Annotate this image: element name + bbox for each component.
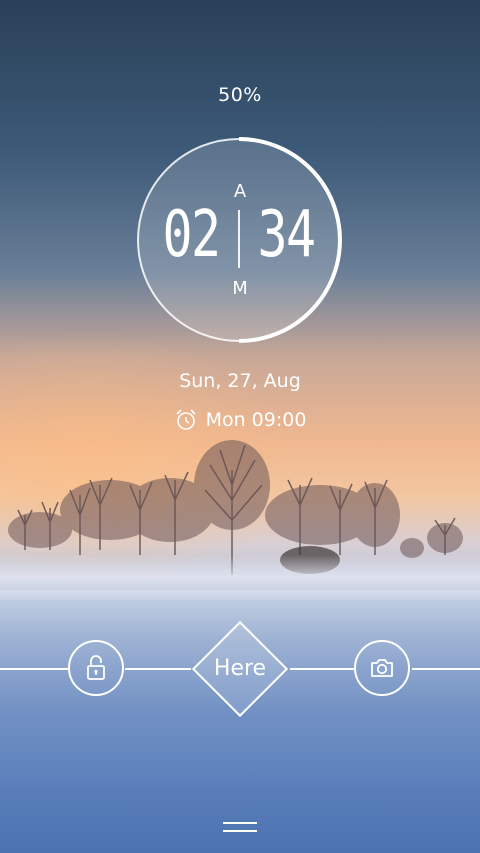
clock-minutes: 34 <box>257 198 317 272</box>
alarm-time-label: Mon 09:00 <box>205 409 307 431</box>
slider-track <box>412 668 480 670</box>
slider-track <box>125 668 191 670</box>
slider-track <box>290 668 354 670</box>
camera-button[interactable] <box>354 640 410 696</box>
lock-screen: 50% A 02 34 M Sun, 27, Aug Mon 09:00 Her… <box>0 0 480 853</box>
date-label: Sun, 27, Aug <box>179 370 301 392</box>
am-indicator-bottom: M <box>232 278 248 299</box>
next-alarm: Mon 09:00 <box>0 408 480 437</box>
clock-hours: 02 <box>162 198 222 272</box>
camera-icon <box>371 659 393 677</box>
unlock-button[interactable] <box>68 640 124 696</box>
am-indicator-top: A <box>233 181 247 202</box>
here-label: Here <box>213 656 267 681</box>
unlock-icon <box>87 655 105 680</box>
alarm-clock-icon <box>175 409 196 430</box>
slider-track <box>0 668 68 670</box>
here-slider-handle[interactable]: Here <box>191 620 289 718</box>
battery-percentage: 50% <box>218 84 262 106</box>
drag-handle[interactable] <box>223 822 257 834</box>
fog-band <box>0 555 480 600</box>
clock-divider <box>238 210 240 268</box>
